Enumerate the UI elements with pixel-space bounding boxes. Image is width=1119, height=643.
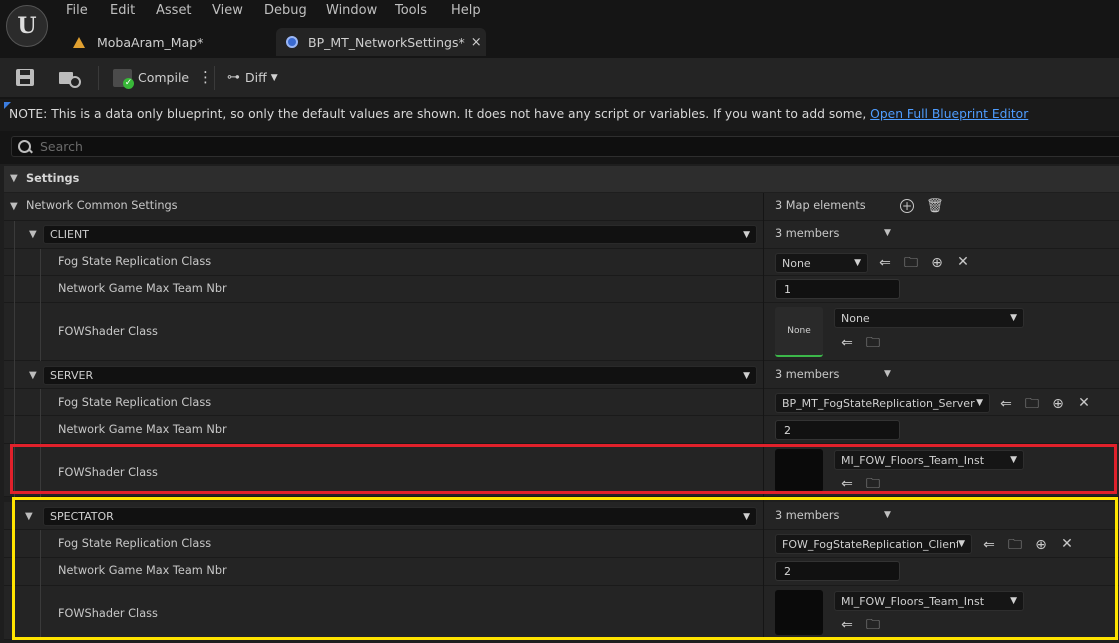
server-fog-class-dropdown[interactable]: BP_MT_FogStateReplication_Server ▼ xyxy=(775,393,990,413)
save-icon[interactable] xyxy=(16,69,34,86)
diff-button[interactable]: ⊶ Diff ▼ xyxy=(227,58,278,97)
server-key-dropdown[interactable]: SERVER ▼ xyxy=(43,366,757,385)
server-max-team-input[interactable]: 2 xyxy=(775,420,900,440)
compile-button[interactable]: ✓ Compile xyxy=(113,58,189,97)
diff-icon: ⊶ xyxy=(227,70,240,85)
server-members-count: 3 members xyxy=(775,368,840,381)
trash-icon[interactable]: 🗑 xyxy=(926,198,944,214)
settings-category-row[interactable] xyxy=(4,166,1119,192)
browse-icon[interactable]: 🗀 xyxy=(1024,396,1040,412)
chevron-down-icon: ▼ xyxy=(854,258,861,268)
menu-window[interactable]: Window xyxy=(326,3,377,18)
compile-label: Compile xyxy=(138,70,190,85)
members-chevron-icon[interactable]: ▼ xyxy=(884,228,891,238)
data-only-note: NOTE: This is a data only blueprint, so … xyxy=(9,107,1028,121)
close-icon[interactable]: × xyxy=(471,35,482,50)
fog-state-replication-label: Fog State Replication Class xyxy=(58,396,212,409)
diff-label: Diff xyxy=(245,70,267,85)
red-highlight-box xyxy=(10,444,1117,494)
server-fog-class-value: BP_MT_FogStateReplication_Server xyxy=(782,396,975,410)
add-new-icon[interactable]: ⊕ xyxy=(1050,396,1066,412)
add-new-icon[interactable]: ⊕ xyxy=(929,255,945,271)
client-key-value: CLIENT xyxy=(50,228,89,241)
toolbar-separator xyxy=(214,66,215,90)
client-shader-dropdown[interactable]: None ▼ xyxy=(834,308,1024,328)
compile-check-icon: ✓ xyxy=(113,68,134,89)
blueprint-icon xyxy=(286,36,298,48)
client-members-count: 3 members xyxy=(775,227,840,240)
use-selected-icon[interactable]: ⇐ xyxy=(877,255,893,271)
chevron-down-icon: ▼ xyxy=(270,72,278,83)
browse-folder-icon[interactable] xyxy=(59,69,81,88)
map-icon xyxy=(73,36,85,48)
collapse-arrow-icon[interactable]: ▼ xyxy=(10,173,18,184)
menu-tools[interactable]: Tools xyxy=(395,3,427,18)
yellow-highlight-box xyxy=(12,497,1118,640)
collapse-arrow-icon[interactable]: ▼ xyxy=(29,370,37,381)
menu-file[interactable]: File xyxy=(66,3,88,18)
open-full-blueprint-editor-link[interactable]: Open Full Blueprint Editor xyxy=(870,107,1028,121)
client-max-team-input[interactable]: 1 xyxy=(775,279,900,299)
menu-edit[interactable]: Edit xyxy=(110,3,135,18)
client-shader-thumbnail[interactable]: None xyxy=(775,307,823,357)
chevron-down-icon: ▼ xyxy=(743,229,750,240)
client-shader-value: None xyxy=(841,311,870,325)
menu-debug[interactable]: Debug xyxy=(264,3,307,18)
indent-guide xyxy=(40,249,41,361)
fog-state-replication-label: Fog State Replication Class xyxy=(58,255,212,268)
client-fog-class-value: None xyxy=(782,256,811,270)
max-team-nbr-label: Network Game Max Team Nbr xyxy=(58,282,227,295)
menu-help[interactable]: Help xyxy=(451,3,481,18)
clear-icon[interactable]: ✕ xyxy=(1076,395,1092,411)
toolbar-separator xyxy=(98,66,99,90)
browse-icon[interactable]: 🗀 xyxy=(865,335,881,351)
note-text: NOTE: This is a data only blueprint, so … xyxy=(9,107,867,121)
client-key-dropdown[interactable]: CLIENT ▼ xyxy=(43,225,757,244)
tab-bp-mt-networksettings[interactable]: BP_MT_NetworkSettings* × xyxy=(276,28,486,56)
add-element-icon[interactable]: + xyxy=(900,199,914,213)
browse-icon[interactable]: 🗀 xyxy=(903,255,919,271)
server-key-value: SERVER xyxy=(50,369,94,382)
tab-label: MobaAram_Map* xyxy=(97,34,204,50)
menu-view[interactable]: View xyxy=(212,3,243,18)
map-element-count: 3 Map elements xyxy=(775,199,866,212)
tab-label: BP_MT_NetworkSettings* xyxy=(308,34,465,50)
unreal-logo[interactable]: U xyxy=(6,5,48,47)
settings-category-label: Settings xyxy=(26,172,80,185)
client-fog-class-dropdown[interactable]: None ▼ xyxy=(775,253,868,273)
use-selected-icon[interactable]: ⇐ xyxy=(839,335,855,351)
search-placeholder: Search xyxy=(40,139,83,154)
use-selected-icon[interactable]: ⇐ xyxy=(998,396,1014,412)
members-chevron-icon[interactable]: ▼ xyxy=(884,369,891,379)
chevron-down-icon: ▼ xyxy=(743,370,750,381)
clear-icon[interactable]: ✕ xyxy=(955,254,971,270)
network-common-settings-label: Network Common Settings xyxy=(26,199,178,212)
chevron-down-icon: ▼ xyxy=(1010,313,1017,323)
max-team-nbr-label: Network Game Max Team Nbr xyxy=(58,423,227,436)
tab-mobaaram-map[interactable]: MobaAram_Map* xyxy=(66,28,271,56)
menu-asset[interactable]: Asset xyxy=(156,3,192,18)
collapse-arrow-icon[interactable]: ▼ xyxy=(10,201,18,212)
chevron-down-icon: ▼ xyxy=(976,398,983,408)
search-input[interactable] xyxy=(11,136,1119,157)
collapse-arrow-icon[interactable]: ▼ xyxy=(29,229,37,240)
fowshader-class-label: FOWShader Class xyxy=(58,325,158,338)
more-options-icon[interactable]: ⋮ xyxy=(198,68,213,86)
